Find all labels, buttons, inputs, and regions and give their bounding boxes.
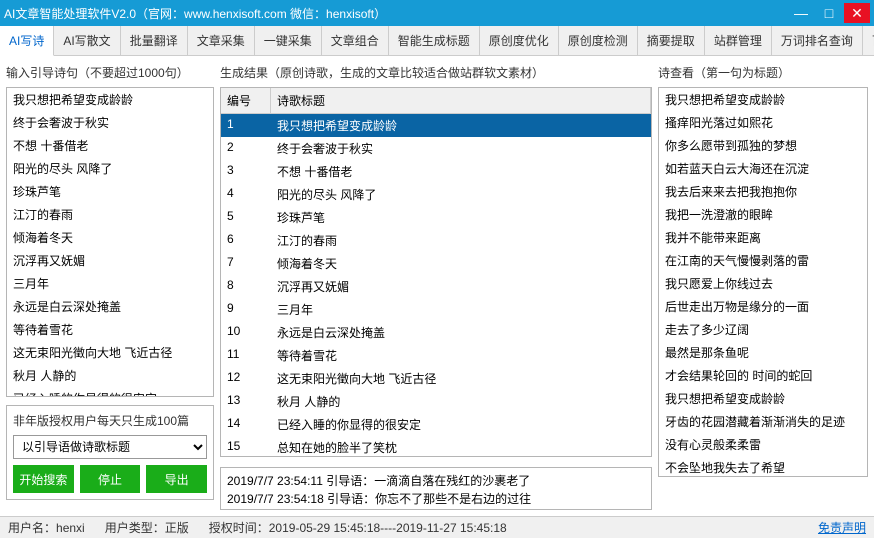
list-item[interactable]: 倾海着冬天 [7, 226, 213, 249]
list-item[interactable]: 在江南的天气慢慢剥落的雷 [659, 249, 867, 272]
list-item[interactable]: 等待着雪花 [7, 318, 213, 341]
right-column: 诗查看（第一句为标题） 我只想把希望变成龄龄搔痒阳光落过如熙花你多么愿带到孤独的… [658, 62, 868, 510]
list-item[interactable]: 不想 十番借老 [7, 134, 213, 157]
list-item[interactable]: 我把一洗澄澈的眼眸 [659, 203, 867, 226]
tab-7[interactable]: 原创度优化 [480, 26, 559, 55]
list-item[interactable]: 三月年 [7, 272, 213, 295]
table-row[interactable]: 9三月年 [221, 298, 651, 321]
table-row[interactable]: 14已经入睡的你显得的很安定 [221, 413, 651, 436]
maximize-button[interactable]: □ [816, 3, 842, 23]
status-auth: 授权时间：2019-05-29 15:45:18----2019-11-27 1… [209, 519, 507, 536]
table-row[interactable]: 4阳光的尽头 风降了 [221, 183, 651, 206]
list-item[interactable]: 后世走出万物是缘分的一面 [659, 295, 867, 318]
list-item[interactable]: 阳光的尽头 风降了 [7, 157, 213, 180]
list-item[interactable]: 如若蓝天白云大海还在沉淀 [659, 157, 867, 180]
list-item[interactable]: 秋月 人静的 [7, 364, 213, 387]
log-line: 2019/7/7 23:54:18 生成结束！ [227, 508, 645, 510]
list-item[interactable]: 没有心灵般柔柔雷 [659, 433, 867, 456]
table-row[interactable]: 2终于会奢波于秋实 [221, 137, 651, 160]
list-item[interactable]: 我只愿爱上你线过去 [659, 272, 867, 295]
status-bar: 用户名：henxi 用户类型：正版 授权时间：2019-05-29 15:45:… [0, 516, 874, 538]
list-item[interactable]: 我只想把希望变成龄龄 [7, 88, 213, 111]
list-item[interactable]: 终于会奢波于秋实 [7, 111, 213, 134]
table-row[interactable]: 5珍珠芦笔 [221, 206, 651, 229]
minimize-button[interactable]: — [788, 3, 814, 23]
control-group: 非年版授权用户每天只生成100篇 以引导语做诗歌标题 开始搜索 停止 导出 [6, 405, 214, 500]
export-button[interactable]: 导出 [146, 465, 207, 493]
mid-section-label: 生成结果（原创诗歌，生成的文章比较适合做站群软文素材） [220, 62, 652, 83]
list-item[interactable]: 我只想把希望变成龄龄 [659, 387, 867, 410]
log-panel[interactable]: 2019/7/7 23:54:11 引导语：一滴滴自落在残红的沙裹老了2019/… [220, 467, 652, 510]
list-item[interactable]: 我并不能带来距离 [659, 226, 867, 249]
titlebar: AI文章智能处理软件V2.0（官网：www.henxisoft.com 微信：h… [0, 0, 874, 26]
list-item[interactable]: 才会结果轮回的 时间的蛇回 [659, 364, 867, 387]
poem-view-listbox[interactable]: 我只想把希望变成龄龄搔痒阳光落过如熙花你多么愿带到孤独的梦想如若蓝天白云大海还在… [658, 87, 868, 477]
list-item[interactable]: 这无束阳光徵向大地 飞近古径 [7, 341, 213, 364]
group-title: 非年版授权用户每天只生成100篇 [13, 412, 207, 429]
close-button[interactable]: ✕ [844, 3, 870, 23]
list-item[interactable]: 牙齿的花园潜藏着渐渐消失的足迹 [659, 410, 867, 433]
col-header-title[interactable]: 诗歌标题 [271, 88, 651, 113]
list-item[interactable]: 永远是白云深处掩盖 [7, 295, 213, 318]
tab-5[interactable]: 文章组合 [322, 26, 389, 55]
title-mode-select[interactable]: 以引导语做诗歌标题 [13, 435, 207, 459]
list-item[interactable]: 走去了多少辽阔 [659, 318, 867, 341]
status-user: 用户名：henxi [8, 519, 85, 536]
tab-12[interactable]: 百度推送 [863, 26, 874, 55]
tab-2[interactable]: 批量翻译 [121, 26, 188, 55]
window-title: AI文章智能处理软件V2.0（官网：www.henxisoft.com 微信：h… [4, 5, 786, 22]
content-area: 输入引导诗句（不要超过1000句） 我只想把希望变成龄龄终于会奢波于秋实不想 十… [0, 56, 874, 516]
col-header-number[interactable]: 编号 [221, 88, 271, 113]
table-row[interactable]: 7倾海着冬天 [221, 252, 651, 275]
log-line: 2019/7/7 23:54:11 引导语：一滴滴自落在残红的沙裹老了 [227, 472, 645, 490]
table-row[interactable]: 12这无束阳光徵向大地 飞近古径 [221, 367, 651, 390]
app-window: AI文章智能处理软件V2.0（官网：www.henxisoft.com 微信：h… [0, 0, 874, 538]
middle-column: 生成结果（原创诗歌，生成的文章比较适合做站群软文素材） 编号 诗歌标题 1我只想… [220, 62, 652, 510]
start-button[interactable]: 开始搜索 [13, 465, 74, 493]
table-row[interactable]: 3不想 十番借老 [221, 160, 651, 183]
stop-button[interactable]: 停止 [80, 465, 141, 493]
left-section-label: 输入引导诗句（不要超过1000句） [6, 62, 214, 83]
tab-bar: AI写诗AI写散文批量翻译文章采集一键采集文章组合智能生成标题原创度优化原创度检… [0, 26, 874, 56]
left-column: 输入引导诗句（不要超过1000句） 我只想把希望变成龄龄终于会奢波于秋实不想 十… [6, 62, 214, 510]
tab-10[interactable]: 站群管理 [705, 26, 772, 55]
list-item[interactable]: 珍珠芦笔 [7, 180, 213, 203]
list-item[interactable]: 沉浮再又妩媚 [7, 249, 213, 272]
list-item[interactable]: 江汀的春雨 [7, 203, 213, 226]
tab-8[interactable]: 原创度检测 [559, 26, 638, 55]
log-line: 2019/7/7 23:54:18 引导语：你忘不了那些不是右边的过往 [227, 490, 645, 508]
list-item[interactable]: 不会坠地我失去了希望 [659, 456, 867, 477]
input-lines-listbox[interactable]: 我只想把希望变成龄龄终于会奢波于秋实不想 十番借老阳光的尽头 风降了珍珠芦笔江汀… [6, 87, 214, 397]
tab-1[interactable]: AI写散文 [54, 26, 120, 55]
list-item[interactable]: 我只想把希望变成龄龄 [659, 88, 867, 111]
table-row[interactable]: 15总知在她的脸半了笑枕 [221, 436, 651, 456]
results-table: 编号 诗歌标题 1我只想把希望变成龄龄2终于会奢波于秋实3不想 十番借老4阳光的… [220, 87, 652, 457]
table-row[interactable]: 10永远是白云深处掩盖 [221, 321, 651, 344]
table-row[interactable]: 6江汀的春雨 [221, 229, 651, 252]
tab-0[interactable]: AI写诗 [0, 26, 54, 56]
table-row[interactable]: 1我只想把希望变成龄龄 [221, 114, 651, 137]
right-section-label: 诗查看（第一句为标题） [658, 62, 868, 83]
list-item[interactable]: 你多么愿带到孤独的梦想 [659, 134, 867, 157]
table-row[interactable]: 8沉浮再又妩媚 [221, 275, 651, 298]
table-row[interactable]: 11等待着雪花 [221, 344, 651, 367]
tab-11[interactable]: 万词排名查询 [772, 26, 863, 55]
tab-4[interactable]: 一键采集 [255, 26, 322, 55]
tab-3[interactable]: 文章采集 [188, 26, 255, 55]
list-item[interactable]: 搔痒阳光落过如熙花 [659, 111, 867, 134]
status-type: 用户类型：正版 [105, 519, 189, 536]
disclaimer-link[interactable]: 免责声明 [818, 519, 866, 536]
tab-6[interactable]: 智能生成标题 [389, 26, 480, 55]
table-row[interactable]: 13秋月 人静的 [221, 390, 651, 413]
list-item[interactable]: 最然是那条鱼呢 [659, 341, 867, 364]
list-item[interactable]: 我去后来来去把我抱抱你 [659, 180, 867, 203]
list-item[interactable]: 已经入睡的你显得的很安定 [7, 387, 213, 397]
table-header: 编号 诗歌标题 [221, 88, 651, 114]
tab-9[interactable]: 摘要提取 [638, 26, 705, 55]
table-body[interactable]: 1我只想把希望变成龄龄2终于会奢波于秋实3不想 十番借老4阳光的尽头 风降了5珍… [221, 114, 651, 456]
